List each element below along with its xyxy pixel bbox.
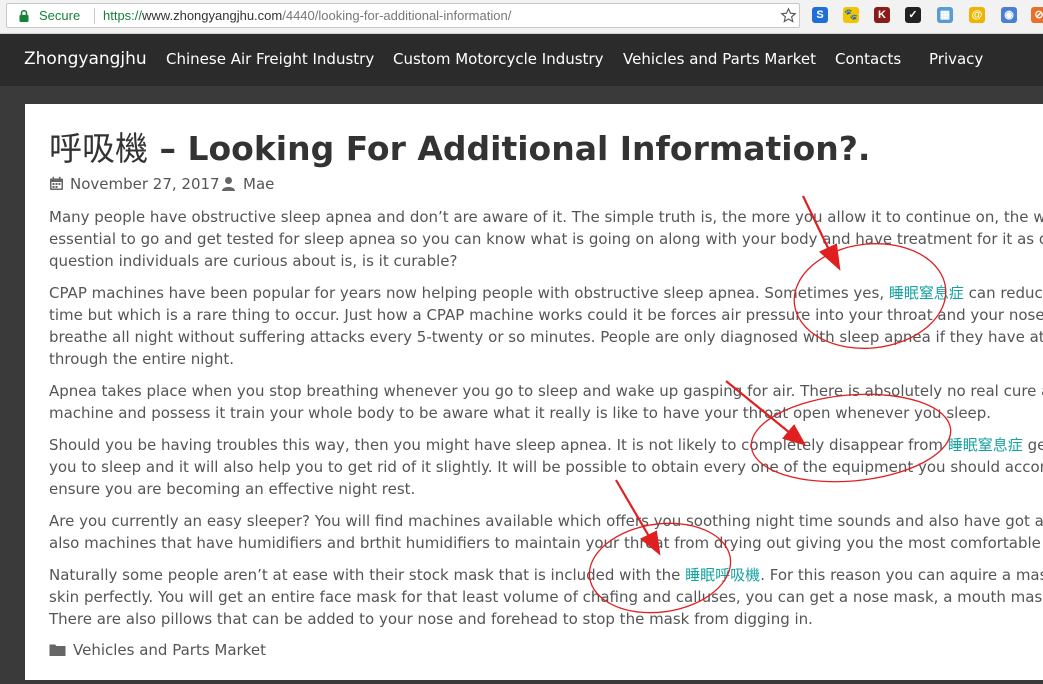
url-path: /4440/looking-for-additional-information… xyxy=(282,8,512,23)
browser-toolbar: Secure https://www.zhongyangjhu.com/4440… xyxy=(0,0,1043,34)
text-line: machine and possess it train your whole … xyxy=(49,404,992,422)
nav-item-contacts[interactable]: Contacts xyxy=(835,50,901,68)
lock-icon xyxy=(19,9,29,22)
nav-item-vehicles-parts[interactable]: Vehicles and Parts Market xyxy=(623,50,816,68)
text-line: question individuals are curious about i… xyxy=(49,252,458,270)
text-line: Are you currently an easy sleeper? You w… xyxy=(49,512,1043,530)
text-line: Many people have obstructive sleep apnea… xyxy=(49,208,1043,226)
keyword-link-sleep-ventilator[interactable]: 睡眠呼吸機 xyxy=(685,566,760,584)
paragraph-1: Many people have obstructive sleep apnea… xyxy=(49,206,1043,272)
text-line: Should you be having troubles this way, … xyxy=(49,434,1043,456)
nav-item-air-freight[interactable]: Chinese Air Freight Industry xyxy=(166,50,374,68)
post-title-rest: – Looking For Additional Information?. xyxy=(148,129,871,168)
extension-icon[interactable]: K xyxy=(874,7,890,23)
secure-label: Secure xyxy=(39,8,81,23)
paragraph-6: Naturally some people aren’t at ease wit… xyxy=(49,564,1043,630)
url-text[interactable]: https://www.zhongyangjhu.com/4440/lookin… xyxy=(103,8,511,23)
category-link[interactable]: Vehicles and Parts Market xyxy=(73,641,266,659)
keyword-link-sleep-apnea-2[interactable]: 睡眠窒息症 xyxy=(948,436,1023,454)
text-span: generally but it xyxy=(1027,436,1043,454)
text-line: you to sleep and it will also help you t… xyxy=(49,458,1043,476)
text-line: time but which is a rare thing to occur.… xyxy=(49,306,1043,324)
url-host: www.zhongyangjhu.com xyxy=(142,8,283,23)
text-span: Should you be having troubles this way, … xyxy=(49,436,948,454)
text-line: also machines that have humidifiers and … xyxy=(49,534,1043,552)
site-navbar: Zhongyangjhu Chinese Air Freight Industr… xyxy=(0,34,1043,86)
text-span: can reduce or cure ap xyxy=(968,284,1043,302)
text-line: Naturally some people aren’t at ease wit… xyxy=(49,564,1043,586)
extension-icon[interactable]: 🐾 xyxy=(843,7,859,23)
text-line: ensure you are becoming an effective nig… xyxy=(49,480,416,498)
keyword-link-sleep-apnea[interactable]: 睡眠窒息症 xyxy=(889,284,964,302)
url-scheme: https:// xyxy=(103,8,143,23)
text-line: skin perfectly. You will get an entire f… xyxy=(49,588,1043,606)
extension-icon[interactable]: ▦ xyxy=(937,7,953,23)
nav-item-privacy[interactable]: Privacy xyxy=(929,50,983,68)
site-brand[interactable]: Zhongyangjhu xyxy=(24,49,147,69)
text-line: CPAP machines have been popular for year… xyxy=(49,282,1043,304)
calendar-icon xyxy=(50,176,63,190)
extension-icon[interactable]: ◉ xyxy=(1001,7,1017,23)
extension-icon[interactable]: ✓ xyxy=(905,7,921,23)
post-title[interactable]: 呼吸機 – Looking For Additional Information… xyxy=(49,122,870,170)
address-divider xyxy=(94,8,95,24)
post-date[interactable]: November 27, 2017 xyxy=(70,175,220,193)
text-line: breathe all night without suffering atta… xyxy=(49,328,1043,346)
bookmark-star-icon[interactable] xyxy=(780,7,797,24)
text-span: CPAP machines have been popular for year… xyxy=(49,284,889,302)
post-author[interactable]: Mae xyxy=(243,175,274,193)
text-span: . For this reason you can aquire a mask … xyxy=(760,566,1043,584)
article-card: 呼吸機 – Looking For Additional Information… xyxy=(25,104,1043,680)
paragraph-5: Are you currently an easy sleeper? You w… xyxy=(49,510,1043,554)
extension-icon[interactable]: S xyxy=(812,7,828,23)
paragraph-2: CPAP machines have been popular for year… xyxy=(49,282,1043,370)
post-title-cjk: 呼吸機 xyxy=(49,129,148,168)
extension-icon[interactable]: @ xyxy=(969,7,985,23)
paragraph-4: Should you be having troubles this way, … xyxy=(49,434,1043,500)
paragraph-3: Apnea takes place when you stop breathin… xyxy=(49,380,1043,424)
user-icon xyxy=(222,177,235,191)
text-line: essential to go and get tested for sleep… xyxy=(49,230,1043,248)
extension-icon[interactable]: ⊘ xyxy=(1031,7,1043,23)
text-line: through the entire night. xyxy=(49,350,235,368)
nav-item-motorcycle[interactable]: Custom Motorcycle Industry xyxy=(393,50,603,68)
address-bar[interactable]: Secure https://www.zhongyangjhu.com/4440… xyxy=(6,3,800,28)
text-line: There are also pillows that can be added… xyxy=(49,610,813,628)
text-span: Naturally some people aren’t at ease wit… xyxy=(49,566,686,584)
text-line: Apnea takes place when you stop breathin… xyxy=(49,382,1043,400)
folder-icon xyxy=(49,644,66,656)
